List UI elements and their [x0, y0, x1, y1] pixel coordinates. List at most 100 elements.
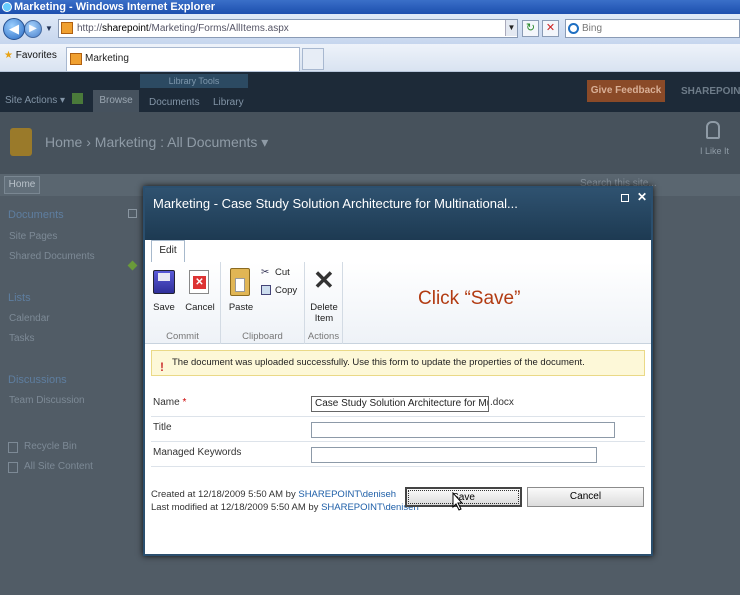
dialog-title: Marketing - Case Study Solution Architec… [153, 196, 518, 211]
created-by-link[interactable]: SHAREPOINT\deniseh [298, 489, 396, 500]
commit-group: Save ✕ Cancel Commit [145, 262, 221, 344]
nav-home[interactable]: Home [4, 176, 40, 194]
history-dropdown-icon[interactable]: ▼ [45, 24, 53, 33]
favorites-button[interactable]: ★ Favorites [4, 50, 57, 61]
library-tools-label: Library Tools [168, 76, 220, 86]
browser-tab[interactable]: Marketing [66, 47, 300, 71]
sharepoint-brand: SHAREPOINT [681, 86, 740, 97]
title-input[interactable] [311, 422, 615, 438]
ie-logo-icon [2, 2, 12, 12]
tab-library[interactable]: Library [213, 97, 244, 108]
url-dropdown-icon[interactable]: ▼ [505, 20, 517, 36]
star-icon: ★ [4, 50, 13, 61]
address-bar: ◀ ▶ ▼ http://sharepoint/Marketing/Forms/… [0, 14, 740, 44]
tab-browse-label: Browse [99, 95, 133, 106]
file-extension: .docx [490, 397, 514, 408]
cancel-button-label: Cancel [569, 491, 602, 502]
quicklaunch-lists-heading[interactable]: Lists [8, 292, 31, 304]
library-tools-header: Library Tools [140, 74, 248, 88]
refresh-icon[interactable]: ↻ [522, 20, 539, 37]
edit-properties-dialog: Marketing - Case Study Solution Architec… [143, 186, 653, 556]
back-arrow-icon[interactable]: ◀ [3, 18, 25, 40]
dialog-ribbon: Save ✕ Cancel Commit Paste ✂ Cut Copy Cl… [145, 262, 651, 344]
quicklaunch-item[interactable]: Shared Documents [9, 251, 95, 262]
managed-keywords-input[interactable] [311, 447, 597, 463]
tab-browse[interactable]: Browse [93, 90, 139, 112]
site-logo-icon [10, 128, 32, 156]
modified-info: Last modified at 12/18/2009 5:50 AM by S… [151, 501, 419, 514]
scissors-icon: ✂ [261, 267, 270, 278]
created-text: Created at 12/18/2009 5:50 AM by [151, 489, 299, 500]
quicklaunch-item[interactable]: Site Pages [9, 231, 57, 242]
quicklaunch-discussions-heading[interactable]: Discussions [8, 374, 67, 386]
search-input[interactable]: Bing [565, 19, 740, 38]
instruction-annotation: Click “Save” [418, 288, 521, 309]
stop-icon[interactable]: ✕ [542, 20, 559, 37]
ribbon-paste-button[interactable]: Paste [224, 302, 258, 313]
i-like-it-icon[interactable] [706, 121, 720, 139]
tab-library-label: Library [213, 97, 244, 108]
clipboard-group: Paste ✂ Cut Copy Clipboard [221, 262, 305, 344]
clipboard-group-label: Clipboard [242, 331, 283, 342]
select-all-checkbox[interactable] [128, 209, 137, 218]
ribbon-copy-button[interactable]: Copy [275, 285, 297, 296]
upload-status-message: ! The document was uploaded successfully… [151, 350, 645, 376]
upload-status-text: The document was uploaded successfully. … [172, 357, 585, 368]
keywords-row: Managed Keywords [151, 442, 645, 467]
site-actions-menu[interactable]: Site Actions ▾ [5, 95, 65, 106]
ribbon-save-button[interactable]: Save [149, 302, 179, 313]
browser-tab-label: Marketing [85, 53, 129, 64]
paste-clipboard-icon [230, 268, 250, 296]
site-favicon-icon [61, 22, 73, 34]
favorites-label: Favorites [15, 50, 57, 61]
name-input[interactable]: Case Study Solution Architecture for Mu [311, 396, 489, 412]
ribbon-cut-button[interactable]: Cut [275, 267, 290, 278]
name-row: Name * Case Study Solution Architecture … [151, 392, 645, 417]
navigate-up-icon[interactable] [72, 93, 83, 104]
delete-x-icon: ✕ [313, 265, 335, 295]
name-label: Name * [153, 397, 186, 408]
tab-documents-label: Documents [149, 97, 200, 108]
save-floppy-icon [153, 270, 175, 294]
actions-group: ✕ Delete Item Actions [305, 262, 343, 344]
copy-icon [261, 285, 271, 295]
ribbon-cancel-button[interactable]: Cancel [183, 302, 217, 313]
quicklaunch-documents-heading[interactable]: Documents [8, 209, 64, 221]
search-placeholder: Bing [582, 23, 603, 34]
favorites-bar: ★ Favorites Marketing [0, 44, 740, 72]
url-input[interactable]: http://sharepoint/Marketing/Forms/AllIte… [58, 19, 518, 38]
tab-favicon-icon [70, 53, 82, 65]
dialog-title-bar: Marketing - Case Study Solution Architec… [145, 188, 651, 240]
ribbon-delete-item-button[interactable]: Delete Item [305, 302, 343, 324]
nav-home-label: Home [8, 179, 36, 190]
recycle-bin-icon [8, 442, 18, 453]
give-feedback-label: Give Feedback [590, 85, 662, 96]
bing-search-icon [568, 23, 579, 34]
title-row: Title [151, 417, 645, 442]
i-like-it-label[interactable]: I Like It [700, 146, 729, 156]
commit-group-label: Commit [166, 331, 199, 342]
quicklaunch-item[interactable]: Team Discussion [9, 395, 85, 406]
required-mark: * [182, 397, 187, 408]
close-icon[interactable]: ✕ [637, 190, 647, 204]
created-info: Created at 12/18/2009 5:50 AM by SHAREPO… [151, 488, 419, 501]
tab-documents[interactable]: Documents [149, 97, 200, 108]
quicklaunch-item[interactable]: Tasks [9, 333, 35, 344]
new-tab-button[interactable] [302, 48, 324, 70]
forward-arrow-icon[interactable]: ▶ [24, 20, 42, 38]
all-site-content-link[interactable]: All Site Content [24, 461, 93, 472]
url-host: sharepoint [102, 23, 149, 34]
maximize-icon[interactable] [621, 194, 629, 202]
breadcrumb[interactable]: Home › Marketing : All Documents ▾ [45, 134, 268, 151]
name-label-text: Name [153, 397, 180, 408]
quicklaunch-item[interactable]: Calendar [9, 313, 50, 324]
modified-text: Last modified at 12/18/2009 5:50 AM by [151, 502, 322, 513]
cancel-button[interactable]: Cancel [527, 487, 644, 507]
tab-edit[interactable]: Edit [151, 240, 185, 262]
give-feedback-button[interactable]: Give Feedback [587, 80, 665, 102]
all-site-content-icon [8, 462, 18, 473]
name-input-value: Case Study Solution Architecture for Mu [315, 398, 489, 409]
tab-edit-label: Edit [159, 245, 177, 256]
recycle-bin-link[interactable]: Recycle Bin [24, 441, 77, 452]
cancel-document-icon: ✕ [189, 270, 209, 294]
